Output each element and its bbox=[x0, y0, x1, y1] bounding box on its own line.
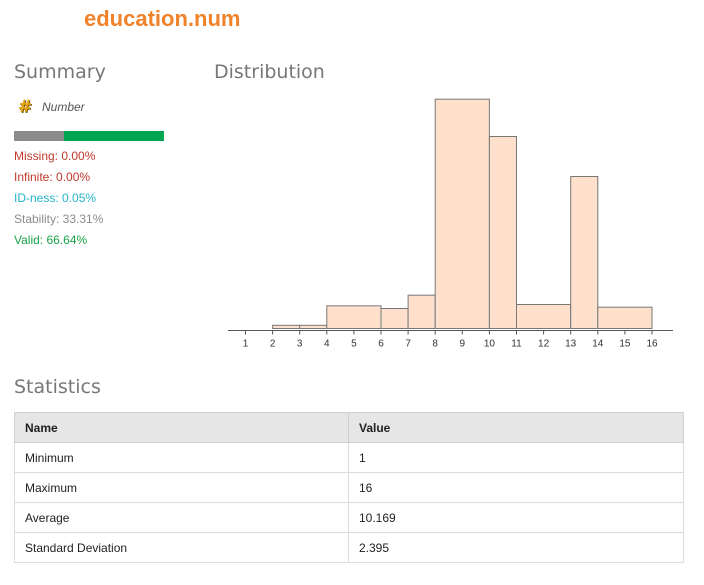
table-row: Maximum 16 bbox=[14, 472, 684, 503]
x-tick-label: 13 bbox=[565, 339, 577, 350]
histogram-bar bbox=[326, 305, 382, 330]
table-row: Average 10.169 bbox=[14, 502, 684, 533]
x-tick-label: 16 bbox=[646, 339, 658, 350]
stat-name-cell: Maximum bbox=[14, 472, 349, 503]
histogram-bar bbox=[299, 324, 328, 329]
table-header-row: Name Value bbox=[14, 412, 684, 443]
x-tick-label: 3 bbox=[297, 339, 303, 350]
x-tick-label: 8 bbox=[432, 339, 438, 350]
histogram-bar bbox=[488, 136, 517, 329]
stat-value-cell: 1 bbox=[348, 442, 684, 473]
histogram-bar bbox=[516, 304, 572, 329]
table-row: Standard Deviation 2.395 bbox=[14, 532, 684, 563]
x-tick-label: 2 bbox=[270, 339, 276, 350]
x-tick-label: 6 bbox=[378, 339, 384, 350]
histogram-bar bbox=[272, 324, 301, 329]
x-tick-label: 12 bbox=[538, 339, 550, 350]
table-row: Minimum 1 bbox=[14, 442, 684, 473]
stat-name-cell: Standard Deviation bbox=[14, 532, 349, 563]
distribution-chart: 1 2 3 4 5 6 7 8 9 10 11 12 13 14 15 16 bbox=[228, 98, 673, 350]
x-tick-label: 7 bbox=[405, 339, 411, 350]
x-tick-label: 14 bbox=[592, 339, 604, 350]
x-tick-label: 4 bbox=[324, 339, 330, 350]
stat-name-cell: Average bbox=[14, 502, 349, 533]
x-tick-label: 11 bbox=[511, 339, 522, 350]
stat-name-cell: Minimum bbox=[14, 442, 349, 473]
column-header-value: Value bbox=[348, 412, 684, 443]
x-tick-label: 5 bbox=[351, 339, 357, 350]
histogram-bar bbox=[380, 308, 409, 329]
histogram-bar bbox=[570, 176, 599, 329]
histogram-bar bbox=[407, 294, 436, 329]
x-tick-label: 15 bbox=[619, 339, 631, 350]
stat-value-cell: 2.395 bbox=[348, 532, 684, 563]
statistics-table: Name Value Minimum 1 Maximum 16 Average … bbox=[14, 412, 684, 563]
statistics-heading: Statistics bbox=[14, 376, 101, 398]
histogram-bar bbox=[434, 98, 490, 329]
column-header-name: Name bbox=[14, 412, 349, 443]
x-tick-label: 9 bbox=[460, 339, 466, 350]
x-tick-label: 1 bbox=[243, 339, 249, 350]
x-tick-label: 10 bbox=[484, 339, 496, 350]
stat-value-cell: 10.169 bbox=[348, 502, 684, 533]
stat-value-cell: 16 bbox=[348, 472, 684, 503]
histogram-bar bbox=[597, 306, 653, 329]
